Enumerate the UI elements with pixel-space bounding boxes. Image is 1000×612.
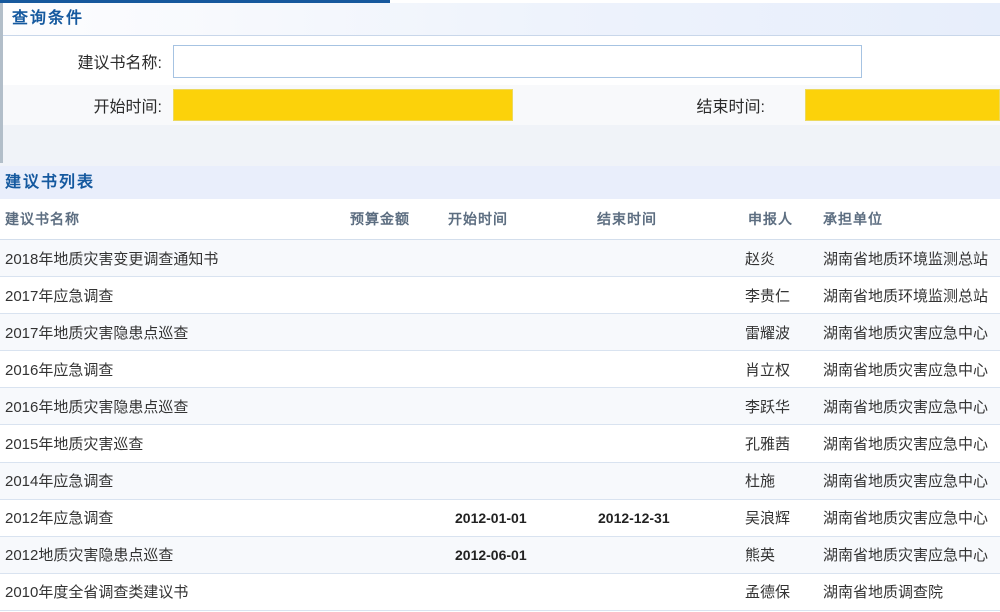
cell-applicant: 李贵仁 [743,285,818,306]
cell-applicant: 吴浪辉 [743,507,818,528]
table-body: 2018年地质灾害变更调查通知书 赵炎湖南省地质环境监测总站 2017年应急调查 李贵… [0,240,1000,611]
column-header-applicant: 申报人 [743,209,818,229]
cell-applicant: 赵炎 [743,248,818,269]
proposal-name-label: 建议书名称: [0,49,162,73]
cell-start: 2012-01-01 [443,510,592,526]
time-range-row: 开始时间: 结束时间: [0,85,1000,125]
cell-unit: 湖南省地质环境监测总站 [818,248,1000,269]
table-row[interactable]: 2017年地质灾害隐患点巡查 雷耀波湖南省地质灾害应急中心 [0,314,1000,351]
cell-applicant: 孔雅茜 [743,433,818,454]
panel-top-accent [0,0,390,3]
cell-name: 2016年应急调查 [0,359,345,380]
proposal-table: 建议书名称 预算金额 开始时间 结束时间 申报人 承担单位 2018年地质灾害变… [0,199,1000,612]
proposal-name-input[interactable] [173,45,862,78]
cell-name: 2014年应急调查 [0,470,345,491]
column-header-end: 结束时间 [592,209,743,229]
cell-applicant: 孟德保 [743,581,818,602]
cell-unit: 湖南省地质灾害应急中心 [818,396,1000,417]
table-row[interactable]: 2017年应急调查 李贵仁湖南省地质环境监测总站 [0,277,1000,314]
start-time-input[interactable] [173,89,513,121]
end-time-label: 结束时间: [513,93,765,117]
cell-unit: 湖南省地质灾害应急中心 [818,544,1000,565]
table-row[interactable]: 2014年应急调查 杜施湖南省地质灾害应急中心 [0,463,1000,500]
cell-start: 2012-06-01 [443,547,592,563]
cell-name: 2015年地质灾害巡查 [0,433,345,454]
column-header-unit: 承担单位 [818,209,1000,229]
cell-unit: 湖南省地质灾害应急中心 [818,470,1000,491]
table-row[interactable]: 2010年度全省调查类建议书 孟德保湖南省地质调查院 [0,574,1000,611]
cell-name: 2010年度全省调查类建议书 [0,581,345,602]
cell-unit: 湖南省地质灾害应急中心 [818,433,1000,454]
table-header-row: 建议书名称 预算金额 开始时间 结束时间 申报人 承担单位 [0,199,1000,240]
cell-name: 2016年地质灾害隐患点巡查 [0,396,345,417]
cell-applicant: 杜施 [743,470,818,491]
cell-name: 2017年地质灾害隐患点巡查 [0,322,345,343]
table-row[interactable]: 2015年地质灾害巡查 孔雅茜湖南省地质灾害应急中心 [0,425,1000,462]
cell-applicant: 熊英 [743,544,818,565]
cell-unit: 湖南省地质灾害应急中心 [818,359,1000,380]
proposal-name-row: 建议书名称: [0,37,1000,85]
query-panel-title: 查询条件 [0,3,1000,36]
cell-name: 2012地质灾害隐患点巡查 [0,544,345,565]
cell-name: 2018年地质灾害变更调查通知书 [0,248,345,269]
query-panel-footer-band [0,125,1000,166]
cell-unit: 湖南省地质灾害应急中心 [818,322,1000,343]
page: 查询条件 建议书名称: 开始时间: 结束时间: 建议书列表 建议书名称 预算金额… [0,0,1000,612]
table-row[interactable]: 2012年应急调查 2012-01-012012-12-31吴浪辉湖南省地质灾害应… [0,500,1000,537]
panel-left-accent [0,0,3,163]
list-panel-title: 建议书列表 [0,166,1000,199]
column-header-budget: 预算金额 [345,209,443,229]
table-row[interactable]: 2018年地质灾害变更调查通知书 赵炎湖南省地质环境监测总站 [0,240,1000,277]
column-header-start: 开始时间 [443,209,592,229]
cell-end: 2012-12-31 [592,510,743,526]
cell-applicant: 李跃华 [743,396,818,417]
start-time-label: 开始时间: [0,93,162,117]
cell-name: 2017年应急调查 [0,285,345,306]
table-row[interactable]: 2016年应急调查 肖立权湖南省地质灾害应急中心 [0,351,1000,388]
cell-applicant: 雷耀波 [743,322,818,343]
cell-unit: 湖南省地质灾害应急中心 [818,507,1000,528]
cell-unit: 湖南省地质调查院 [818,581,1000,602]
table-row[interactable]: 2012地质灾害隐患点巡查 2012-06-01 熊英湖南省地质灾害应急中心 [0,537,1000,574]
end-time-input[interactable] [805,89,1000,121]
table-row[interactable]: 2016年地质灾害隐患点巡查 李跃华湖南省地质灾害应急中心 [0,388,1000,425]
cell-unit: 湖南省地质环境监测总站 [818,285,1000,306]
cell-name: 2012年应急调查 [0,507,345,528]
column-header-name: 建议书名称 [0,209,345,229]
cell-applicant: 肖立权 [743,359,818,380]
